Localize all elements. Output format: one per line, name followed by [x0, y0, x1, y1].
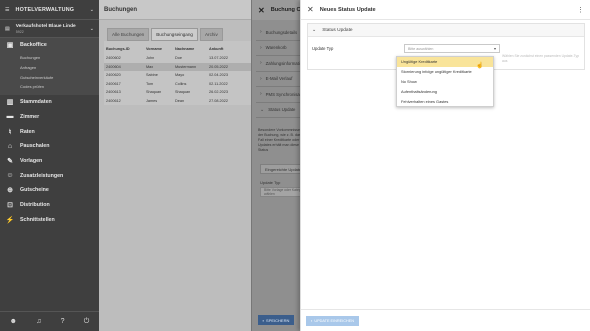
sidebar-item-distribution[interactable]: ⊡ Distribution — [0, 198, 99, 213]
sidebar-sub-anfragen[interactable]: Anfragen — [0, 62, 99, 72]
update-type-label: Update Typ — [312, 46, 334, 51]
sidebar-sub-gutscheinverkaeufe[interactable]: Gutscheinverkäufe — [0, 72, 99, 82]
sidebar-item-stammdaten[interactable]: ▥ Stammdaten — [0, 95, 99, 110]
sidebar-item-pauschalen[interactable]: ⌂ Pauschalen — [0, 139, 99, 154]
power-icon[interactable]: ⏻ — [84, 318, 90, 326]
tabs: Alle Buchungen Buchungseingang Archiv — [99, 20, 251, 41]
sidebar-header: ☰ HOTELVERWALTUNG ⌄ — [0, 0, 99, 20]
table-row[interactable]: 2400604 Max Mustermann 20.05.2022 — [104, 62, 251, 71]
more-options-icon[interactable]: ⋮ — [577, 6, 584, 14]
chevron-down-icon[interactable]: ⌄ — [90, 26, 94, 32]
book-icon: ▥ — [6, 99, 14, 107]
bell-icon[interactable]: ♫ — [36, 318, 41, 325]
option-no-show[interactable]: No Show — [397, 77, 493, 87]
table-row[interactable]: 2400617 Tom Collins 02.11.2022 — [104, 80, 251, 89]
chevron-right-icon: › — [260, 29, 262, 36]
menu-icon[interactable]: ☰ — [5, 7, 9, 13]
save-icon: ▪ — [262, 317, 265, 323]
table-row[interactable]: 2400602 John Doe 13.07.2022 — [104, 54, 251, 63]
hotel-selector[interactable]: ▤ Verkaufshotel Blaue Linde 5922 ⌄ — [0, 20, 99, 38]
caret-down-icon: ▾ — [493, 46, 496, 51]
chevron-down-icon: ⌄ — [312, 27, 317, 33]
status-update-header: ✕ Neues Status Update ⋮ — [301, 0, 590, 20]
bed-icon: ▬ — [6, 113, 14, 121]
chevron-right-icon: › — [260, 75, 262, 82]
sidebar-item-zusatzleistungen[interactable]: ☺ Zusatzleistungen — [0, 168, 99, 183]
save-button[interactable]: ▪ SPEICHERN — [258, 315, 294, 325]
option-aufenthaltsaenderung[interactable]: Aufenthaltsänderung — [397, 86, 493, 96]
sidebar-item-zimmer[interactable]: ▬ Zimmer — [0, 110, 99, 125]
close-icon[interactable]: ✕ — [258, 6, 265, 15]
hotel-name: Verkaufshotel Blaue Linde — [15, 23, 76, 29]
status-update-card-header[interactable]: ⌄ Status Update — [308, 24, 584, 37]
mouse-cursor-icon: ☝ — [476, 63, 484, 69]
hotel-id: 5922 — [15, 29, 24, 34]
sidebar-section-backoffice: ▣ Backoffice Buchungen Anfragen Gutschei… — [0, 38, 99, 95]
tab-archiv[interactable]: Archiv — [199, 28, 223, 41]
status-update-footer: ▪ UPDATE EINREICHEN — [301, 309, 590, 331]
extras-icon: ☺ — [6, 172, 14, 180]
option-fehlverhalten[interactable]: Fehlverhalten eines Gastes — [397, 96, 493, 106]
tab-alle-buchungen[interactable]: Alle Buchungen — [107, 28, 150, 41]
table-row[interactable]: 2400620 Sabine Mayo 02.04.2023 — [104, 71, 251, 80]
sidebar-footer: ☻ ♫ ? ⏻ — [0, 311, 99, 331]
app-title: HOTELVERWALTUNG — [15, 6, 75, 13]
sidebar-item-backoffice[interactable]: ▣ Backoffice — [0, 38, 99, 53]
table-header: Buchungs-ID Vorname Nachname Ankunft — [106, 47, 224, 51]
distribution-icon: ⊡ — [7, 202, 13, 210]
rates-icon: ♮ — [8, 128, 12, 136]
tag-icon: ⌂ — [7, 142, 13, 150]
briefcase-icon: ▣ — [6, 42, 14, 50]
page-title: Buchungen — [99, 0, 251, 20]
sidebar: ☰ HOTELVERWALTUNG ⌄ ▤ Verkaufshotel Blau… — [0, 0, 99, 331]
update-type-select[interactable]: Bitte auswählen ▾ — [404, 44, 500, 53]
template-icon: ✎ — [7, 157, 13, 165]
chevron-down-icon[interactable]: ⌄ — [90, 7, 94, 13]
save-icon: ▪ — [311, 319, 313, 323]
close-icon[interactable]: ✕ — [307, 5, 314, 14]
hotel-icon: ▤ — [5, 25, 10, 32]
chevron-right-icon: › — [260, 91, 262, 98]
hint-text: Wählen Sie zunächst einen passenden Upda… — [502, 54, 580, 63]
help-icon[interactable]: ? — [61, 318, 65, 325]
table-row[interactable]: 2400612 James Dean 27.08.2022 — [104, 97, 251, 106]
tab-buchungseingang[interactable]: Buchungseingang — [151, 28, 198, 41]
user-icon[interactable]: ☻ — [10, 318, 17, 325]
submit-update-button[interactable]: ▪ UPDATE EINREICHEN — [306, 316, 359, 326]
chevron-right-icon: › — [260, 44, 262, 51]
table-row[interactable]: 2400613 Shaquan Shaquan 26.02.2023 — [104, 88, 251, 97]
sidebar-item-schnittstellen[interactable]: ⚡ Schnittstellen — [0, 212, 99, 227]
status-update-panel: ✕ Neues Status Update ⋮ ⌄ Status Update … — [300, 0, 590, 331]
sidebar-item-vorlagen[interactable]: ✎ Vorlagen — [0, 154, 99, 169]
bookings-table: Buchungs-ID Vorname Nachname Ankunft 240… — [104, 41, 251, 105]
chevron-right-icon: › — [260, 60, 262, 67]
sidebar-item-raten[interactable]: ♮ Raten — [0, 124, 99, 139]
sidebar-sub-buchungen[interactable]: Buchungen — [0, 53, 99, 63]
main-content: Buchungen Alle Buchungen Buchungseingang… — [99, 0, 251, 331]
status-update-title: Neues Status Update — [319, 6, 376, 13]
voucher-icon: ⊕ — [7, 187, 13, 195]
sidebar-item-gutscheine[interactable]: ⊕ Gutscheine — [0, 183, 99, 198]
chevron-down-icon: ⌄ — [260, 106, 265, 113]
sidebar-sub-codes[interactable]: Codes prüfen — [0, 82, 99, 92]
plug-icon: ⚡ — [5, 216, 15, 224]
